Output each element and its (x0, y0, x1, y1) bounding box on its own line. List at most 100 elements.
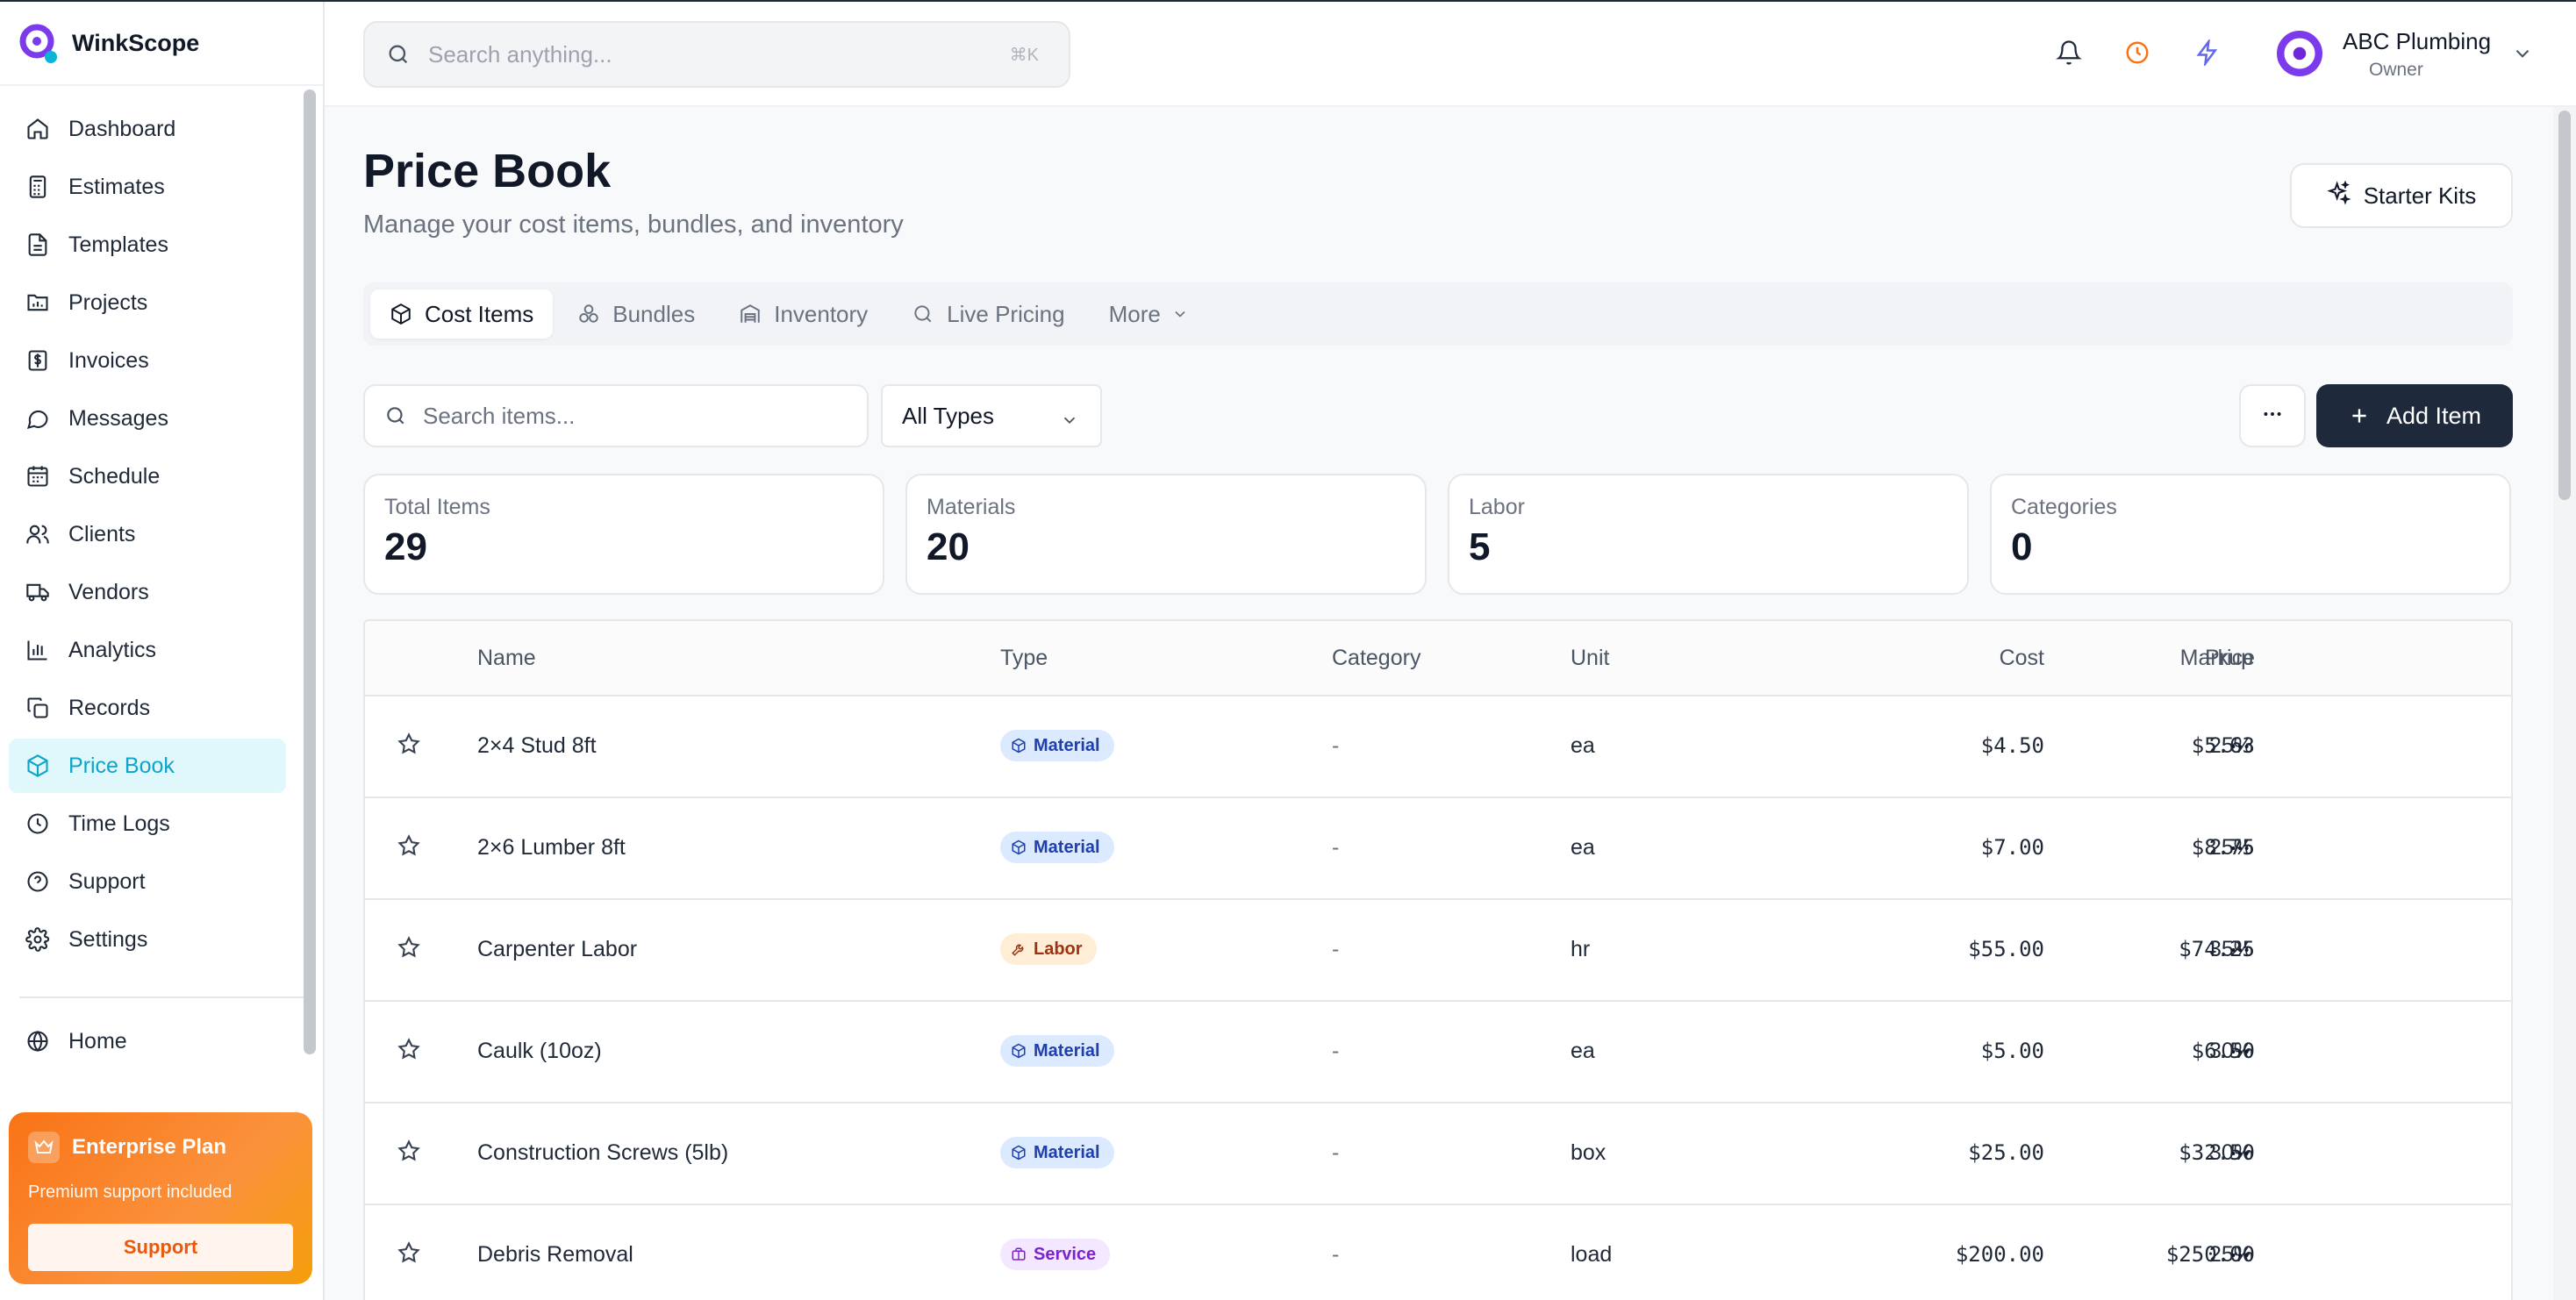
search-icon (386, 42, 411, 67)
table-row[interactable]: Carpenter Labor Labor - hr $55.00 35% $7… (365, 900, 2511, 1002)
column-header-unit[interactable]: Unit (1571, 646, 1609, 671)
table-row[interactable]: Debris Removal Service - load $200.00 25… (365, 1205, 2511, 1300)
clock-icon[interactable] (2122, 37, 2153, 68)
help-circle-icon (25, 868, 51, 895)
crown-icon (28, 1132, 60, 1163)
star-icon[interactable] (397, 1139, 421, 1168)
stat-card-materials: Materials 20 (905, 474, 1427, 595)
sidebar-item-price-book[interactable]: Price Book (9, 739, 286, 793)
avatar[interactable] (2274, 28, 2325, 79)
type-filter-select[interactable]: All Types (881, 384, 1102, 447)
sidebar-item-vendors[interactable]: Vendors (9, 565, 286, 619)
main-scrollbar[interactable] (2553, 107, 2576, 1300)
sidebar-item-estimates[interactable]: Estimates (9, 160, 286, 214)
tab-inventory[interactable]: Inventory (719, 289, 887, 339)
sidebar-item-home[interactable]: Home (9, 1014, 286, 1068)
table-row[interactable]: Construction Screws (5lb) Material - box… (365, 1104, 2511, 1205)
tab-more[interactable]: More (1090, 289, 1208, 339)
column-header-name[interactable]: Name (477, 646, 536, 671)
column-header-category[interactable]: Category (1332, 646, 1420, 671)
table-row[interactable]: 2×4 Stud 8ft Material - ea $4.50 25% $5.… (365, 696, 2511, 798)
row-actions-icon[interactable] (2229, 735, 2251, 762)
item-unit: load (1571, 1242, 1613, 1267)
sidebar-item-label: Records (68, 695, 151, 720)
table-row[interactable]: 2×6 Lumber 8ft Material - ea $7.00 25% $… (365, 798, 2511, 900)
item-cost: $4.50 (1980, 733, 2044, 758)
app-logo[interactable]: WinkScope (0, 2, 323, 86)
truck-icon (25, 579, 51, 605)
box-icon (390, 303, 412, 325)
sidebar-item-label: Projects (68, 289, 148, 315)
global-search-placeholder: Search anything... (428, 40, 612, 68)
star-icon[interactable] (397, 1240, 421, 1269)
sidebar-item-templates[interactable]: Templates (9, 218, 286, 272)
row-actions-icon[interactable] (2229, 1142, 2251, 1169)
type-badge: Material (1000, 832, 1114, 863)
tab-bar: Cost Items Bundles Inventory Live Pricin… (363, 282, 2513, 346)
row-actions-icon[interactable] (2229, 1040, 2251, 1068)
star-icon[interactable] (397, 935, 421, 964)
sidebar-item-records[interactable]: Records (9, 681, 286, 735)
main-scrollbar-thumb[interactable] (2558, 111, 2571, 500)
sidebar-item-label: Estimates (68, 174, 165, 199)
type-badge-label: Material (1034, 735, 1100, 755)
sidebar-item-dashboard[interactable]: Dashboard (9, 102, 286, 156)
type-badge: Material (1000, 730, 1114, 761)
more-options-button[interactable] (2239, 384, 2306, 447)
star-icon[interactable] (397, 1037, 421, 1066)
home-icon (25, 116, 51, 142)
bar-chart-icon (25, 637, 51, 663)
sidebar-item-invoices[interactable]: Invoices (9, 333, 286, 388)
column-header-price[interactable]: Price (2079, 646, 2255, 671)
app-name: WinkScope (72, 29, 200, 56)
item-name: Carpenter Labor (477, 937, 638, 961)
column-header-cost[interactable]: Cost (1869, 646, 2044, 671)
tab-cost-items[interactable]: Cost Items (370, 289, 554, 339)
sidebar-scrollbar[interactable] (304, 89, 316, 1054)
item-unit: ea (1571, 733, 1595, 758)
item-cost: $7.00 (1980, 835, 2044, 860)
briefcase-icon (1011, 1246, 1027, 1262)
table-row[interactable]: Caulk (10oz) Material - ea $5.00 30% $6.… (365, 1002, 2511, 1104)
item-category: - (1332, 1140, 1340, 1165)
account-name[interactable]: ABC Plumbing (2343, 28, 2491, 55)
star-icon[interactable] (397, 833, 421, 862)
sidebar-item-support[interactable]: Support (9, 854, 286, 909)
stat-card-total-items: Total Items 29 (363, 474, 884, 595)
bell-icon[interactable] (2053, 37, 2085, 68)
page-title: Price Book (363, 145, 612, 197)
tab-label: Live Pricing (947, 300, 1065, 327)
sidebar-item-projects[interactable]: Projects (9, 275, 286, 330)
type-badge: Service (1000, 1239, 1111, 1270)
add-item-button[interactable]: Add Item (2316, 384, 2513, 447)
global-search-input[interactable]: Search anything... ⌘K (363, 21, 1070, 88)
item-search-input[interactable]: Search items... (363, 384, 869, 447)
stat-label: Labor (1469, 495, 1525, 519)
chevron-down-icon[interactable] (2511, 42, 2534, 69)
tab-bundles[interactable]: Bundles (558, 289, 714, 339)
sidebar-item-schedule[interactable]: Schedule (9, 449, 286, 504)
plan-support-button[interactable]: Support (28, 1224, 293, 1271)
type-filter-value: All Types (902, 402, 995, 429)
more-horizontal-icon (2261, 403, 2284, 430)
sidebar-item-label: Messages (68, 405, 168, 431)
sidebar-item-messages[interactable]: Messages (9, 391, 286, 446)
sidebar-item-clients[interactable]: Clients (9, 507, 286, 561)
row-actions-icon[interactable] (2229, 837, 2251, 864)
star-icon[interactable] (397, 732, 421, 761)
lightning-icon[interactable] (2192, 37, 2223, 68)
column-header-type[interactable]: Type (1000, 646, 1048, 671)
stat-value: 20 (927, 525, 970, 568)
sidebar-item-time-logs[interactable]: Time Logs (9, 796, 286, 851)
search-shortcut: ⌘K (1009, 45, 1039, 65)
tab-live-pricing[interactable]: Live Pricing (892, 289, 1084, 339)
starter-kits-button[interactable]: Starter Kits (2290, 163, 2513, 228)
sidebar-item-label: Schedule (68, 463, 161, 489)
sidebar-item-label: Time Logs (68, 811, 170, 836)
row-actions-icon[interactable] (2229, 939, 2251, 966)
sidebar-item-settings[interactable]: Settings (9, 912, 286, 967)
sidebar-item-analytics[interactable]: Analytics (9, 623, 286, 677)
row-actions-icon[interactable] (2229, 1244, 2251, 1271)
item-unit: box (1571, 1140, 1606, 1165)
sidebar-nav: Dashboard Estimates Templates Projects I… (0, 86, 323, 1068)
